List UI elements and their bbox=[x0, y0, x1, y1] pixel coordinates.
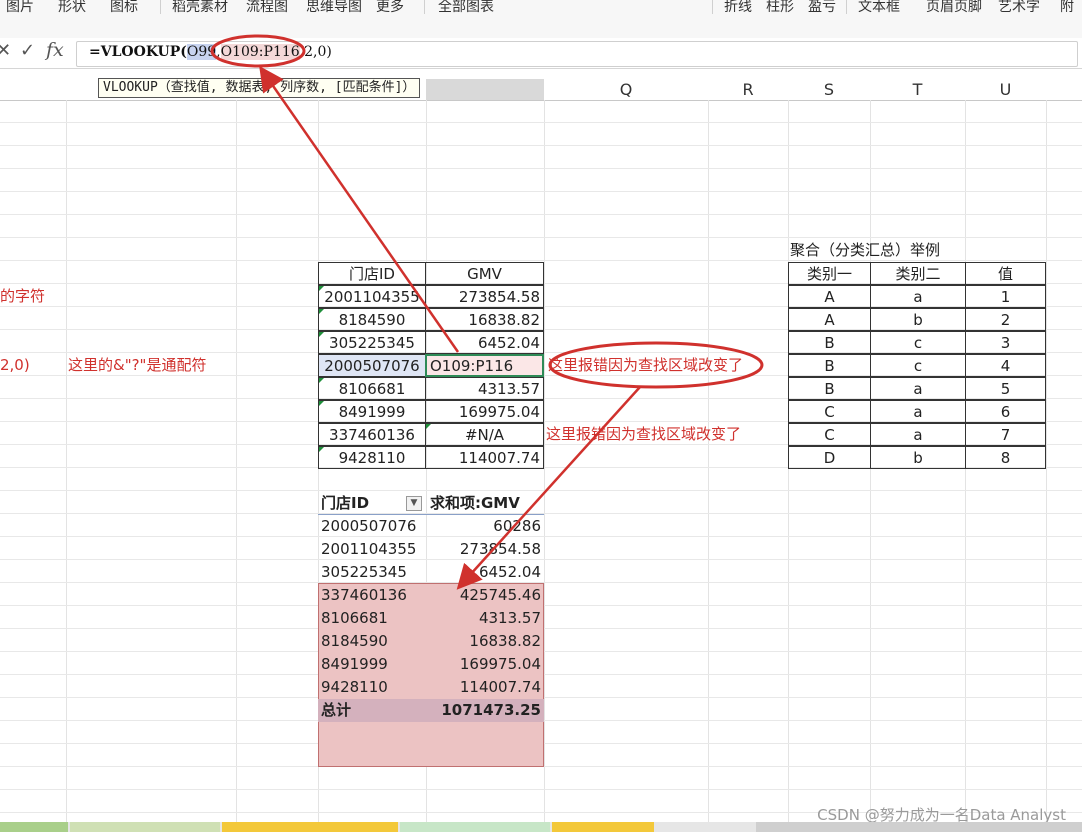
sheet-tab[interactable] bbox=[552, 822, 654, 832]
annotation-overlay bbox=[210, 34, 764, 590]
sheet-tab[interactable] bbox=[70, 822, 220, 832]
sheet-tab-active[interactable] bbox=[400, 822, 550, 832]
formula-range-circle bbox=[210, 34, 306, 68]
sheet-tab[interactable] bbox=[222, 822, 398, 832]
horizontal-scrollbar[interactable] bbox=[756, 822, 1082, 832]
sheet-tab[interactable] bbox=[0, 822, 68, 832]
arrow-to-pivot bbox=[456, 386, 641, 590]
error-note-circle bbox=[548, 341, 764, 389]
sheet-tab-strip bbox=[0, 822, 1082, 832]
arrow-to-formula bbox=[259, 65, 460, 353]
